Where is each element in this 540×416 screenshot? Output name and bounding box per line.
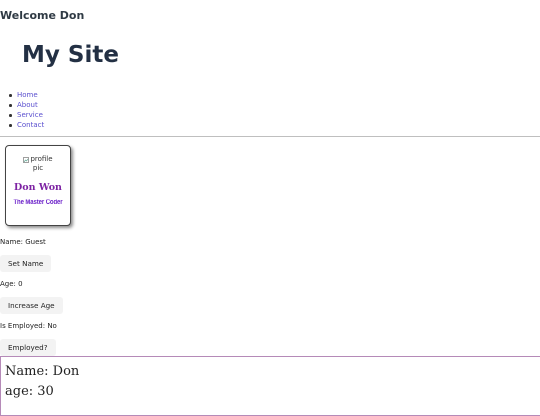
nav-item-service: Service	[8, 110, 44, 120]
profile-card: profile pic Don Won The Master Coder	[5, 145, 71, 226]
nav-item-home: Home	[8, 90, 44, 100]
output-name: Name: Don	[5, 364, 80, 379]
set-name-button[interactable]: Set Name	[0, 255, 52, 272]
nav-link-home[interactable]: Home	[17, 91, 38, 99]
profile-name: Don Won	[14, 182, 62, 193]
welcome-text: Welcome Don	[0, 9, 85, 22]
age-label: Age: 0	[0, 280, 23, 288]
profile-pic: profile pic	[6, 155, 70, 173]
nav-link-about[interactable]: About	[17, 101, 38, 109]
site-title: My Site	[22, 42, 119, 68]
nav-item-contact: Contact	[8, 120, 44, 130]
broken-image-icon	[23, 156, 30, 163]
header-divider	[0, 136, 540, 137]
nav-link-service[interactable]: Service	[17, 111, 43, 119]
nav-link-contact[interactable]: Contact	[17, 121, 44, 129]
profile-pic-alt-text: profile	[30, 155, 53, 163]
employed-label: Is Employed: No	[0, 322, 57, 330]
nav-item-about: About	[8, 100, 44, 110]
increase-age-button[interactable]: Increase Age	[0, 297, 63, 314]
profile-pic-alt-text-cont: pic	[32, 164, 44, 172]
output-panel: Name: Don age: 30	[0, 356, 540, 416]
output-age: age: 30	[5, 384, 54, 399]
profile-tagline: The Master Coder	[13, 199, 63, 207]
employed-button[interactable]: Employed?	[0, 339, 56, 356]
nav-list: Home About Service Contact	[8, 90, 44, 130]
name-label: Name: Guest	[0, 238, 46, 246]
